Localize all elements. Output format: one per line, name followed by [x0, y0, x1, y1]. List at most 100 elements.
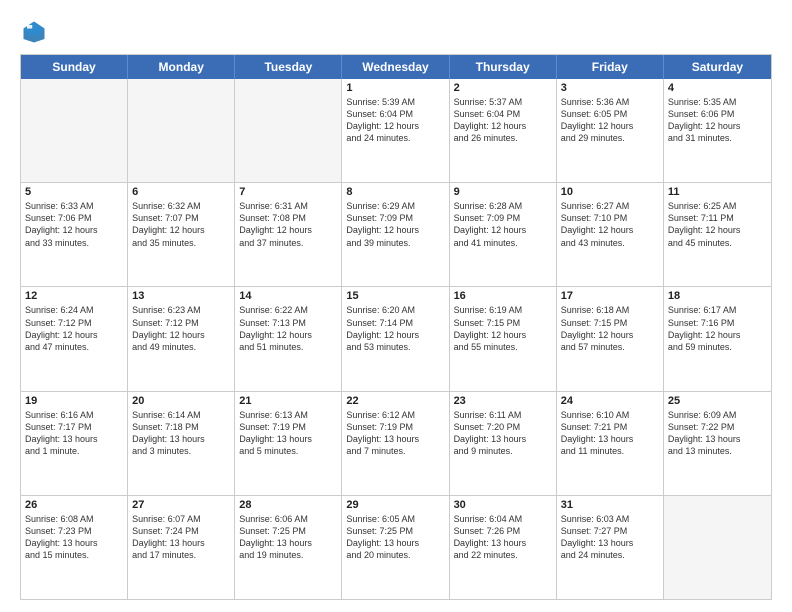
day-number: 26: [25, 499, 123, 511]
calendar-cell: 11 Sunrise: 6:25 AMSunset: 7:11 PMDayligh…: [664, 183, 771, 286]
calendar-cell: 22 Sunrise: 6:12 AMSunset: 7:19 PMDayligh…: [342, 392, 449, 495]
calendar-cell: 27 Sunrise: 6:07 AMSunset: 7:24 PMDayligh…: [128, 496, 235, 599]
cell-text: Sunrise: 6:17 AMSunset: 7:16 PMDaylight:…: [668, 304, 767, 353]
cell-text: Sunrise: 6:07 AMSunset: 7:24 PMDaylight:…: [132, 513, 230, 562]
calendar-cell: 29 Sunrise: 6:05 AMSunset: 7:25 PMDayligh…: [342, 496, 449, 599]
calendar-cell: 6 Sunrise: 6:32 AMSunset: 7:07 PMDaylight…: [128, 183, 235, 286]
cell-text: Sunrise: 6:33 AMSunset: 7:06 PMDaylight:…: [25, 200, 123, 249]
day-number: 13: [132, 290, 230, 302]
cell-text: Sunrise: 6:12 AMSunset: 7:19 PMDaylight:…: [346, 409, 444, 458]
logo-icon: [20, 18, 48, 46]
day-number: 30: [454, 499, 552, 511]
day-number: 24: [561, 395, 659, 407]
calendar-cell: 16 Sunrise: 6:19 AMSunset: 7:15 PMDayligh…: [450, 287, 557, 390]
cell-text: Sunrise: 6:10 AMSunset: 7:21 PMDaylight:…: [561, 409, 659, 458]
calendar-cell: [128, 79, 235, 182]
cell-text: Sunrise: 6:04 AMSunset: 7:26 PMDaylight:…: [454, 513, 552, 562]
day-number: 23: [454, 395, 552, 407]
day-number: 3: [561, 82, 659, 94]
cell-text: Sunrise: 6:13 AMSunset: 7:19 PMDaylight:…: [239, 409, 337, 458]
day-number: 10: [561, 186, 659, 198]
cell-text: Sunrise: 6:32 AMSunset: 7:07 PMDaylight:…: [132, 200, 230, 249]
cell-text: Sunrise: 6:20 AMSunset: 7:14 PMDaylight:…: [346, 304, 444, 353]
cell-text: Sunrise: 6:28 AMSunset: 7:09 PMDaylight:…: [454, 200, 552, 249]
calendar-cell: 21Sunrise: 6:13 AMSunset: 7:19 PMDayligh…: [235, 392, 342, 495]
calendar-cell: 28Sunrise: 6:06 AMSunset: 7:25 PMDayligh…: [235, 496, 342, 599]
cell-text: Sunrise: 6:31 AMSunset: 7:08 PMDaylight:…: [239, 200, 337, 249]
logo: [20, 18, 52, 46]
calendar-cell: [235, 79, 342, 182]
cell-text: Sunrise: 6:05 AMSunset: 7:25 PMDaylight:…: [346, 513, 444, 562]
header: [20, 18, 772, 46]
header-day-sunday: Sunday: [21, 55, 128, 79]
calendar-cell: 18 Sunrise: 6:17 AMSunset: 7:16 PMDayligh…: [664, 287, 771, 390]
calendar-cell: 24 Sunrise: 6:10 AMSunset: 7:21 PMDayligh…: [557, 392, 664, 495]
day-number: 22: [346, 395, 444, 407]
cell-text: Sunrise: 6:19 AMSunset: 7:15 PMDaylight:…: [454, 304, 552, 353]
calendar-cell: 13 Sunrise: 6:23 AMSunset: 7:12 PMDayligh…: [128, 287, 235, 390]
calendar-cell: 9Sunrise: 6:28 AMSunset: 7:09 PMDaylight…: [450, 183, 557, 286]
cell-text: Sunrise: 6:25 AMSunset: 7:11 PMDaylight:…: [668, 200, 767, 249]
calendar-cell: 19Sunrise: 6:16 AMSunset: 7:17 PMDayligh…: [21, 392, 128, 495]
calendar-cell: 1Sunrise: 5:39 AMSunset: 6:04 PMDaylight…: [342, 79, 449, 182]
calendar-cell: 2 Sunrise: 5:37 AMSunset: 6:04 PMDaylight…: [450, 79, 557, 182]
calendar-cell: 7 Sunrise: 6:31 AMSunset: 7:08 PMDaylight…: [235, 183, 342, 286]
cell-text: Sunrise: 6:03 AMSunset: 7:27 PMDaylight:…: [561, 513, 659, 562]
day-number: 6: [132, 186, 230, 198]
calendar-row: 19Sunrise: 6:16 AMSunset: 7:17 PMDayligh…: [21, 391, 771, 495]
calendar-cell: 31Sunrise: 6:03 AMSunset: 7:27 PMDayligh…: [557, 496, 664, 599]
day-number: 11: [668, 186, 767, 198]
cell-text: Sunrise: 6:18 AMSunset: 7:15 PMDaylight:…: [561, 304, 659, 353]
cell-text: Sunrise: 6:14 AMSunset: 7:18 PMDaylight:…: [132, 409, 230, 458]
day-number: 8: [346, 186, 444, 198]
calendar-cell: 12Sunrise: 6:24 AMSunset: 7:12 PMDayligh…: [21, 287, 128, 390]
calendar-cell: 8 Sunrise: 6:29 AMSunset: 7:09 PMDaylight…: [342, 183, 449, 286]
cell-text: Sunrise: 5:37 AMSunset: 6:04 PMDaylight:…: [454, 96, 552, 145]
cell-text: Sunrise: 6:08 AMSunset: 7:23 PMDaylight:…: [25, 513, 123, 562]
calendar-row: 12Sunrise: 6:24 AMSunset: 7:12 PMDayligh…: [21, 286, 771, 390]
calendar-cell: 25 Sunrise: 6:09 AMSunset: 7:22 PMDayligh…: [664, 392, 771, 495]
cell-text: Sunrise: 5:39 AMSunset: 6:04 PMDaylight:…: [346, 96, 444, 145]
cell-text: Sunrise: 6:23 AMSunset: 7:12 PMDaylight:…: [132, 304, 230, 353]
header-day-saturday: Saturday: [664, 55, 771, 79]
header-day-wednesday: Wednesday: [342, 55, 449, 79]
cell-text: Sunrise: 5:35 AMSunset: 6:06 PMDaylight:…: [668, 96, 767, 145]
day-number: 7: [239, 186, 337, 198]
day-number: 17: [561, 290, 659, 302]
day-number: 2: [454, 82, 552, 94]
calendar-cell: 4 Sunrise: 5:35 AMSunset: 6:06 PMDaylight…: [664, 79, 771, 182]
day-number: 18: [668, 290, 767, 302]
day-number: 15: [346, 290, 444, 302]
calendar-cell: [664, 496, 771, 599]
calendar-cell: 3 Sunrise: 5:36 AMSunset: 6:05 PMDaylight…: [557, 79, 664, 182]
day-number: 25: [668, 395, 767, 407]
calendar-row: 1Sunrise: 5:39 AMSunset: 6:04 PMDaylight…: [21, 79, 771, 182]
calendar-cell: 10 Sunrise: 6:27 AMSunset: 7:10 PMDayligh…: [557, 183, 664, 286]
day-number: 29: [346, 499, 444, 511]
day-number: 19: [25, 395, 123, 407]
day-number: 4: [668, 82, 767, 94]
day-number: 16: [454, 290, 552, 302]
header-day-tuesday: Tuesday: [235, 55, 342, 79]
header-day-monday: Monday: [128, 55, 235, 79]
header-day-friday: Friday: [557, 55, 664, 79]
day-number: 27: [132, 499, 230, 511]
calendar-row: 26 Sunrise: 6:08 AMSunset: 7:23 PMDayligh…: [21, 495, 771, 599]
day-number: 12: [25, 290, 123, 302]
calendar-body: 1Sunrise: 5:39 AMSunset: 6:04 PMDaylight…: [21, 79, 771, 599]
calendar-cell: 14Sunrise: 6:22 AMSunset: 7:13 PMDayligh…: [235, 287, 342, 390]
cell-text: Sunrise: 6:22 AMSunset: 7:13 PMDaylight:…: [239, 304, 337, 353]
header-day-thursday: Thursday: [450, 55, 557, 79]
cell-text: Sunrise: 6:09 AMSunset: 7:22 PMDaylight:…: [668, 409, 767, 458]
cell-text: Sunrise: 6:11 AMSunset: 7:20 PMDaylight:…: [454, 409, 552, 458]
calendar-cell: 30 Sunrise: 6:04 AMSunset: 7:26 PMDayligh…: [450, 496, 557, 599]
calendar-header: SundayMondayTuesdayWednesdayThursdayFrid…: [21, 55, 771, 79]
page: SundayMondayTuesdayWednesdayThursdayFrid…: [0, 0, 792, 612]
calendar-cell: 23 Sunrise: 6:11 AMSunset: 7:20 PMDayligh…: [450, 392, 557, 495]
day-number: 5: [25, 186, 123, 198]
cell-text: Sunrise: 6:29 AMSunset: 7:09 PMDaylight:…: [346, 200, 444, 249]
cell-text: Sunrise: 6:27 AMSunset: 7:10 PMDaylight:…: [561, 200, 659, 249]
day-number: 20: [132, 395, 230, 407]
calendar-cell: [21, 79, 128, 182]
cell-text: Sunrise: 5:36 AMSunset: 6:05 PMDaylight:…: [561, 96, 659, 145]
